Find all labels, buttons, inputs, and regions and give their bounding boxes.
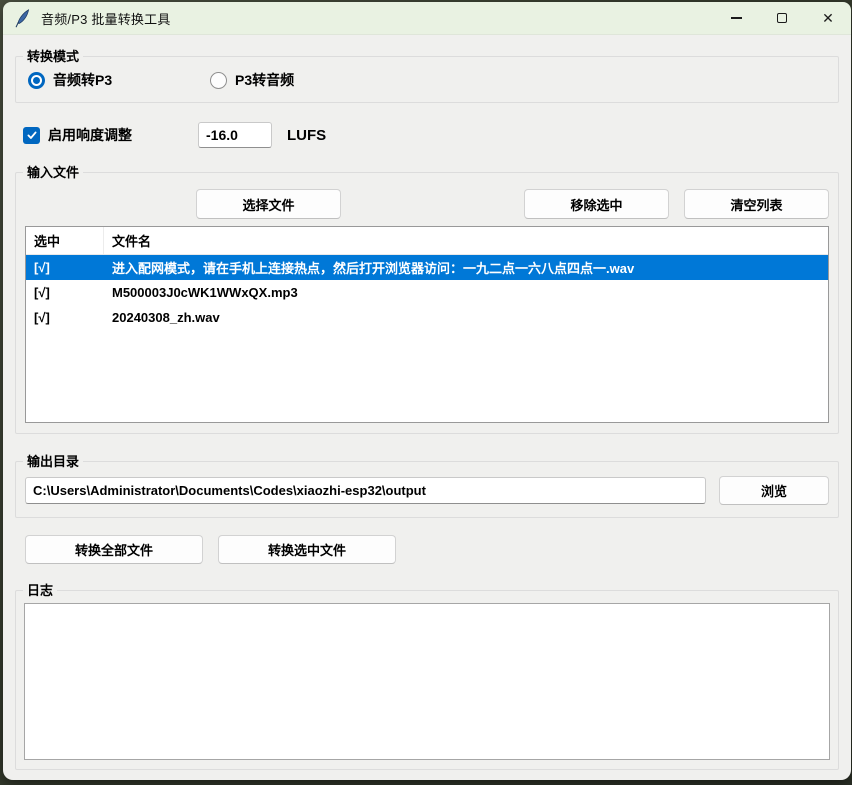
log-textarea[interactable] bbox=[24, 603, 830, 760]
column-header-filename[interactable]: 文件名 bbox=[104, 231, 828, 250]
row-checked-cell: [√] bbox=[26, 285, 104, 300]
row-filename-cell: 进入配网模式，请在手机上连接热点，然后打开浏览器访问：一九二点一六八点四点一.w… bbox=[104, 258, 828, 277]
table-row[interactable]: [√] 20240308_zh.wav bbox=[26, 305, 828, 330]
browse-button[interactable]: 浏览 bbox=[719, 476, 829, 505]
file-table[interactable]: 选中 文件名 [√] 进入配网模式，请在手机上连接热点，然后打开浏览器访问：一九… bbox=[25, 226, 829, 423]
close-icon: ✕ bbox=[822, 11, 834, 25]
file-table-header: 选中 文件名 bbox=[26, 227, 828, 255]
radio-selected-icon bbox=[28, 72, 45, 89]
radio-p3-to-audio[interactable]: P3转音频 bbox=[210, 70, 294, 90]
column-header-checked[interactable]: 选中 bbox=[26, 227, 104, 254]
output-path-input[interactable]: C:\Users\Administrator\Documents\Codes\x… bbox=[25, 477, 706, 504]
lufs-unit-label: LUFS bbox=[287, 127, 326, 144]
conversion-mode-group: 转换模式 音频转P3 P3转音频 bbox=[15, 56, 839, 103]
row-filename-cell: M500003J0cWK1WWxQX.mp3 bbox=[104, 285, 828, 300]
app-feather-icon bbox=[15, 9, 32, 28]
log-label: 日志 bbox=[23, 582, 57, 599]
row-filename-cell: 20240308_zh.wav bbox=[104, 310, 828, 325]
file-buttons-row: 选择文件 移除选中 清空列表 bbox=[25, 189, 829, 219]
remove-selected-button[interactable]: 移除选中 bbox=[524, 189, 669, 219]
input-files-group: 输入文件 选择文件 移除选中 清空列表 选中 文件名 [√] 进入配网模式，请在… bbox=[15, 172, 839, 434]
log-group: 日志 bbox=[15, 590, 839, 770]
minimize-icon bbox=[731, 17, 742, 18]
close-button[interactable]: ✕ bbox=[805, 2, 851, 34]
output-dir-group: 输出目录 C:\Users\Administrator\Documents\Co… bbox=[15, 461, 839, 518]
action-buttons-row: 转换全部文件 转换选中文件 bbox=[15, 535, 839, 564]
conversion-mode-label: 转换模式 bbox=[23, 48, 83, 65]
app-body: 转换模式 音频转P3 P3转音频 启用响度调整 -16.0 LUFS bbox=[3, 35, 851, 780]
minimize-button[interactable] bbox=[713, 2, 759, 34]
convert-all-button[interactable]: 转换全部文件 bbox=[25, 535, 203, 564]
window-title: 音频/P3 批量转换工具 bbox=[41, 9, 171, 28]
check-icon bbox=[26, 129, 38, 141]
maximize-icon bbox=[777, 13, 787, 23]
loudness-row: 启用响度调整 -16.0 LUFS bbox=[15, 122, 839, 148]
radio-audio-to-p3[interactable]: 音频转P3 bbox=[28, 70, 210, 90]
radio-p3-to-audio-label: P3转音频 bbox=[235, 70, 294, 90]
table-row[interactable]: [√] M500003J0cWK1WWxQX.mp3 bbox=[26, 280, 828, 305]
output-dir-label: 输出目录 bbox=[23, 453, 83, 470]
loudness-checkbox[interactable] bbox=[23, 127, 40, 144]
clear-list-button[interactable]: 清空列表 bbox=[684, 189, 829, 219]
table-row[interactable]: [√] 进入配网模式，请在手机上连接热点，然后打开浏览器访问：一九二点一六八点四… bbox=[26, 255, 828, 280]
app-window: 音频/P3 批量转换工具 ✕ 转换模式 音频转P3 P3转音频 bbox=[3, 2, 851, 780]
row-checked-cell: [√] bbox=[26, 310, 104, 325]
convert-selected-button[interactable]: 转换选中文件 bbox=[218, 535, 396, 564]
loudness-checkbox-label: 启用响度调整 bbox=[48, 125, 132, 145]
maximize-button[interactable] bbox=[759, 2, 805, 34]
titlebar[interactable]: 音频/P3 批量转换工具 ✕ bbox=[3, 2, 851, 35]
radio-audio-to-p3-label: 音频转P3 bbox=[53, 70, 112, 90]
lufs-value-input[interactable]: -16.0 bbox=[198, 122, 272, 148]
input-files-label: 输入文件 bbox=[23, 164, 83, 181]
select-files-button[interactable]: 选择文件 bbox=[196, 189, 341, 219]
radio-unselected-icon bbox=[210, 72, 227, 89]
row-checked-cell: [√] bbox=[26, 260, 104, 275]
